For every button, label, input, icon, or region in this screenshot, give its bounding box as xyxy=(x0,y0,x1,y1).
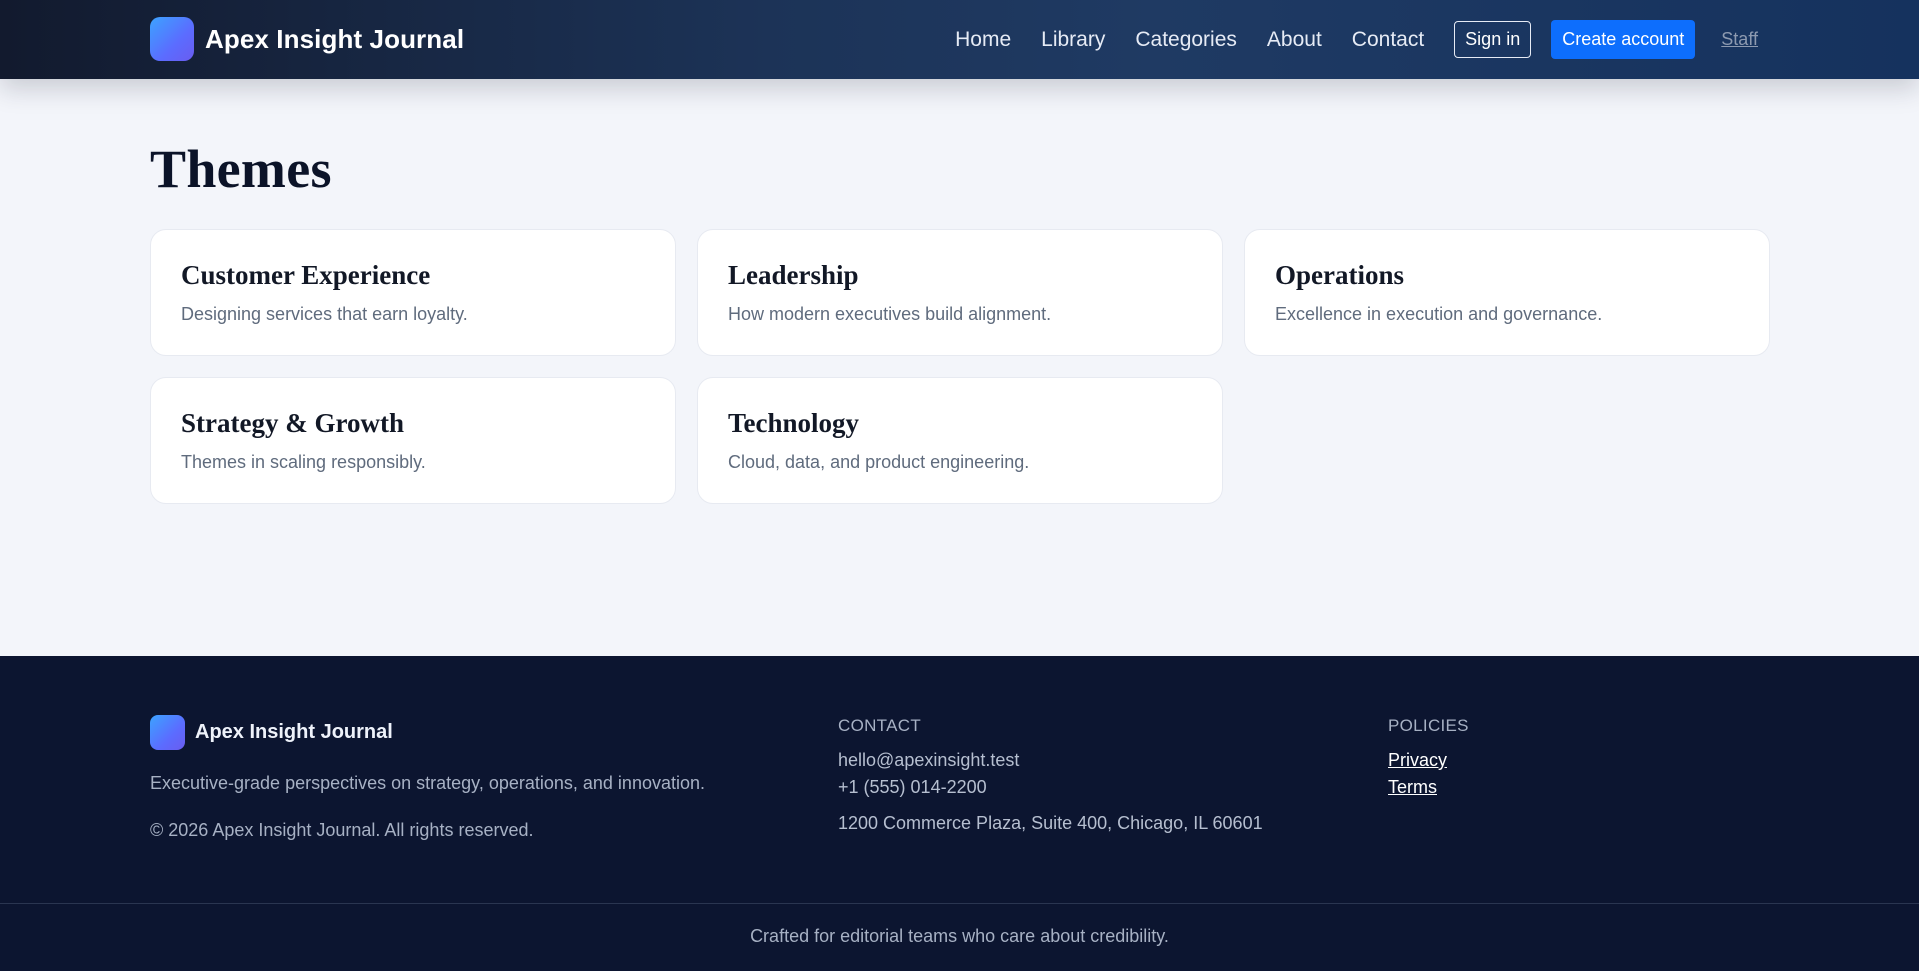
terms-link[interactable]: Terms xyxy=(1388,774,1469,801)
privacy-link[interactable]: Privacy xyxy=(1388,747,1469,774)
theme-card-leadership[interactable]: Leadership How modern executives build a… xyxy=(697,229,1223,356)
footer-policies: POLICIES Privacy Terms xyxy=(1388,716,1469,801)
main-nav: Home Library Categories About Contact Si… xyxy=(955,0,1919,79)
footer-contact-heading: CONTACT xyxy=(838,716,921,735)
theme-card-title: Operations xyxy=(1275,260,1405,290)
theme-card-title: Strategy & Growth xyxy=(181,408,404,438)
footer-copyright: © 2026 Apex Insight Journal. All rights … xyxy=(150,820,534,840)
footer-brand: Apex Insight Journal xyxy=(150,715,393,750)
theme-card-description: Excellence in execution and governance. xyxy=(1275,304,1603,324)
theme-card-title: Technology xyxy=(728,408,860,438)
nav-contact[interactable]: Contact xyxy=(1352,28,1424,52)
footer-tagline: Executive-grade perspectives on strategy… xyxy=(150,773,705,793)
footer-brand-name: Apex Insight Journal xyxy=(195,721,393,743)
nav-categories[interactable]: Categories xyxy=(1135,28,1237,52)
brand-link[interactable]: Apex Insight Journal xyxy=(150,17,464,61)
sign-in-button[interactable]: Sign in xyxy=(1454,21,1532,58)
nav-home[interactable]: Home xyxy=(955,28,1011,52)
theme-card-description: Themes in scaling responsibly. xyxy=(181,452,426,472)
nav-about[interactable]: About xyxy=(1267,28,1322,52)
theme-card-title: Leadership xyxy=(728,260,859,290)
footer-email: hello@apexinsight.test xyxy=(838,750,1020,770)
theme-card-customer-experience[interactable]: Customer Experience Designing services t… xyxy=(150,229,676,356)
staff-link[interactable]: Staff xyxy=(1721,29,1758,50)
theme-card-technology[interactable]: Technology Cloud, data, and product engi… xyxy=(697,377,1223,504)
logo-icon xyxy=(150,17,194,61)
theme-card-title: Customer Experience xyxy=(181,260,431,290)
create-account-button[interactable]: Create account xyxy=(1551,20,1696,59)
theme-card-operations[interactable]: Operations Excellence in execution and g… xyxy=(1244,229,1770,356)
footer-bottom-note: Crafted for editorial teams who care abo… xyxy=(750,926,1169,946)
theme-card-description: How modern executives build alignment. xyxy=(728,304,1052,324)
footer-address: 1200 Commerce Plaza, Suite 400, Chicago,… xyxy=(838,813,1263,833)
theme-card-description: Designing services that earn loyalty. xyxy=(181,304,468,324)
themes-grid: Customer Experience Designing services t… xyxy=(150,229,1771,504)
footer-logo-icon xyxy=(150,715,185,750)
nav-library[interactable]: Library xyxy=(1041,28,1105,52)
theme-card-strategy-growth[interactable]: Strategy & Growth Themes in scaling resp… xyxy=(150,377,676,504)
footer-phone: +1 (555) 014-2200 xyxy=(838,777,987,797)
theme-card-description: Cloud, data, and product engineering. xyxy=(728,452,1030,472)
page-title: Themes xyxy=(150,139,332,199)
footer-policies-heading: POLICIES xyxy=(1388,716,1469,735)
footer-contact: CONTACT hello@apexinsight.test +1 (555) … xyxy=(838,716,1263,837)
site-header: Apex Insight Journal Home Library Catego… xyxy=(0,0,1919,79)
brand-name: Apex Insight Journal xyxy=(205,23,465,54)
site-footer: Apex Insight Journal Executive-grade per… xyxy=(0,656,1919,971)
footer-divider xyxy=(0,903,1919,904)
